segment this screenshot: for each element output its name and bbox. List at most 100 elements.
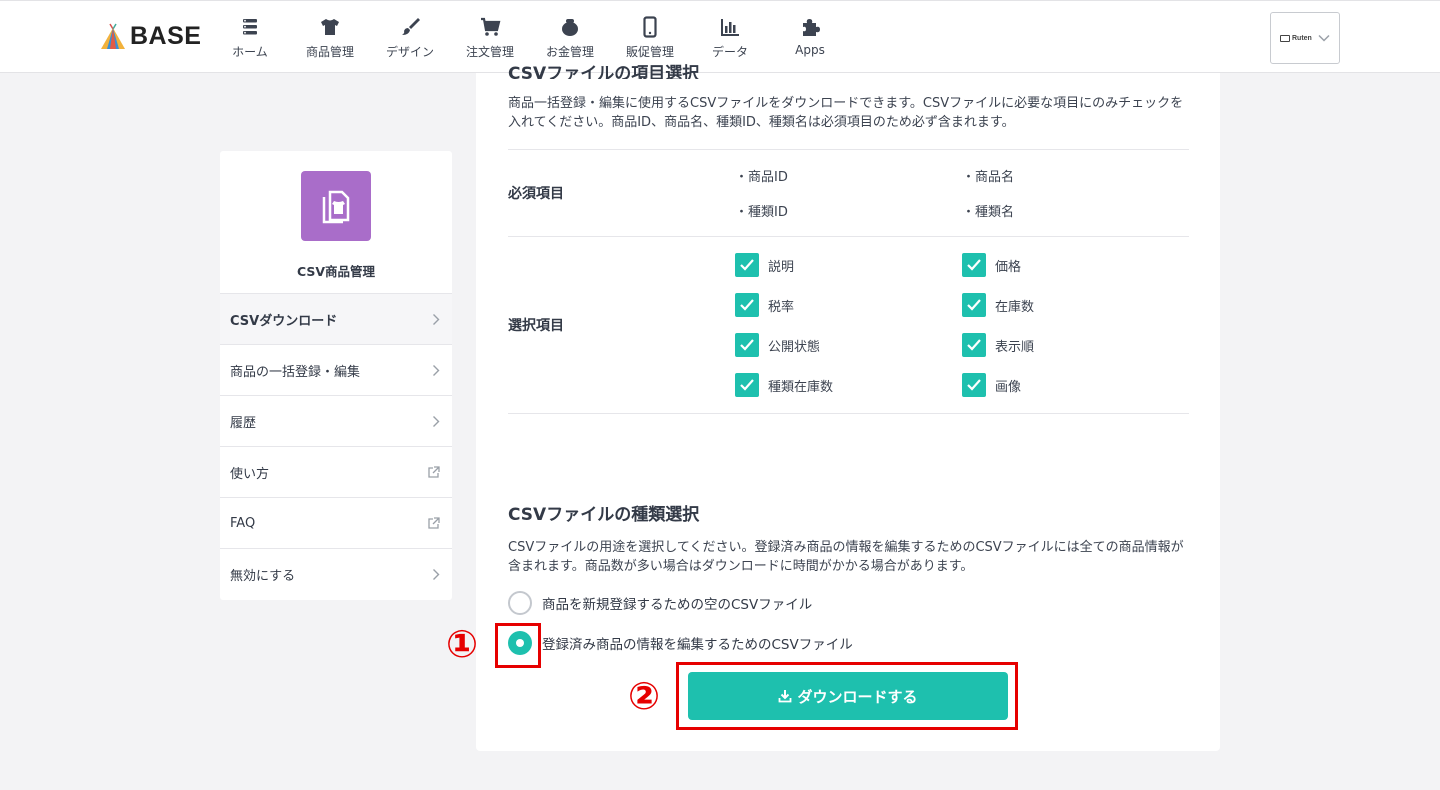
radio-existing-products-csv[interactable]: 登録済み商品の情報を編集するためのCSVファイル <box>508 631 853 655</box>
checkbox-checked-icon <box>735 373 759 397</box>
sidebar-item-label: 履歴 <box>230 415 257 431</box>
annotation-marker-2: ② <box>628 674 661 718</box>
external-link-icon <box>428 465 440 478</box>
nav-label: 商品管理 <box>305 45 354 59</box>
required-item: ・種類ID <box>735 205 788 220</box>
sidebar-title: CSV商品管理 <box>296 264 376 279</box>
checkbox-variant-stock[interactable]: 種類在庫数 <box>735 373 833 397</box>
shop-box-icon <box>1280 34 1290 42</box>
phone-icon <box>643 16 657 38</box>
checkbox-checked-icon <box>962 253 986 277</box>
top-header: BASE ホーム 商品管理 デザイン 注文管理 お金管理 販促管理 データ Ap… <box>0 0 1440 73</box>
sidebar-item-label: 商品の一括登録・編集 <box>230 364 361 380</box>
nav-design[interactable]: デザイン <box>370 1 450 74</box>
sidebar-item-label: CSVダウンロード <box>230 313 338 329</box>
required-item: ・商品ID <box>735 170 788 185</box>
optional-items-label: 選択項目 <box>508 318 564 334</box>
checkbox-label: 在庫数 <box>995 299 1035 315</box>
nav-label: 注文管理 <box>465 45 514 59</box>
shop-logo: Ruten <box>1280 34 1312 42</box>
tshirt-icon <box>321 19 339 35</box>
shop-switcher[interactable]: Ruten <box>1270 12 1340 64</box>
puzzle-icon <box>803 19 820 36</box>
divider <box>508 149 1189 150</box>
nav-label: お金管理 <box>545 45 594 59</box>
nav-label: データ <box>711 45 748 59</box>
checkbox-checked-icon <box>735 333 759 357</box>
checkbox-image[interactable]: 画像 <box>962 373 1021 397</box>
nav-label: ホーム <box>232 45 268 59</box>
sidebar-header: CSV商品管理 <box>220 151 452 294</box>
tent-logo-icon <box>101 23 125 49</box>
checkbox-label: 公開状態 <box>768 339 821 355</box>
radio-label: 登録済み商品の情報を編集するためのCSVファイル <box>542 637 853 653</box>
csv-file-icon <box>322 190 350 224</box>
checkbox-label: 価格 <box>995 259 1022 275</box>
chevron-right-icon <box>433 415 440 427</box>
checkbox-label: 説明 <box>768 259 795 275</box>
checkbox-checked-icon <box>735 253 759 277</box>
checkbox-price[interactable]: 価格 <box>962 253 1021 277</box>
checkbox-tax-rate[interactable]: 税率 <box>735 293 794 317</box>
nav-label: デザイン <box>385 45 434 59</box>
nav-label: 販促管理 <box>625 45 674 59</box>
brush-icon <box>402 18 420 35</box>
radio-unchecked-icon <box>508 591 532 615</box>
chevron-right-icon <box>433 569 440 580</box>
sidebar-item-faq[interactable]: FAQ <box>220 498 452 549</box>
checkbox-checked-icon <box>735 293 759 317</box>
csv-main-card: CSVファイルの項目選択 商品一括登録・編集に使用するCSVファイルをダウンロー… <box>476 64 1220 751</box>
checkbox-stock[interactable]: 在庫数 <box>962 293 1034 317</box>
sidebar-item-label: 使い方 <box>230 466 270 482</box>
annotation-box-download <box>676 662 1018 730</box>
section-description-items: 商品一括登録・編集に使用するCSVファイルをダウンロードできます。CSVファイル… <box>508 96 1184 130</box>
checkbox-label: 税率 <box>768 299 795 315</box>
section-description-file-type: CSVファイルの用途を選択してください。登録済み商品の情報を編集するためのCSV… <box>508 540 1184 574</box>
wallet-icon <box>562 19 578 36</box>
checkbox-checked-icon <box>962 333 986 357</box>
sidebar-item-how-to[interactable]: 使い方 <box>220 447 452 498</box>
annotation-marker-1: ① <box>446 622 479 666</box>
annotation-box-radio <box>495 623 541 668</box>
chevron-down-icon <box>1318 34 1330 42</box>
bar-chart-icon <box>721 19 739 36</box>
required-items-label: 必須項目 <box>508 186 564 202</box>
checkbox-label: 種類在庫数 <box>768 379 834 395</box>
checkbox-description[interactable]: 説明 <box>735 253 794 277</box>
checkbox-label: 画像 <box>995 379 1022 395</box>
checkbox-label: 表示順 <box>995 339 1035 355</box>
section-title-file-type: CSVファイルの種類選択 <box>508 505 700 525</box>
divider <box>508 413 1189 414</box>
cart-icon <box>481 17 501 36</box>
chevron-right-icon <box>433 364 440 376</box>
checkbox-display-order[interactable]: 表示順 <box>962 333 1034 357</box>
nav-data[interactable]: データ <box>690 1 770 74</box>
nav-home[interactable]: ホーム <box>210 1 290 74</box>
required-item: ・商品名 <box>962 170 1015 185</box>
csv-sidebar: CSV商品管理 CSVダウンロード 商品の一括登録・編集 履歴 使い方 FAQ … <box>220 151 452 600</box>
nav-label: Apps <box>795 43 825 57</box>
external-link-icon <box>428 516 440 529</box>
radio-label: 商品を新規登録するための空のCSVファイル <box>542 597 813 613</box>
nav-products[interactable]: 商品管理 <box>290 1 370 74</box>
home-icon <box>243 19 257 35</box>
sidebar-item-history[interactable]: 履歴 <box>220 396 452 447</box>
base-logo[interactable]: BASE <box>100 21 201 51</box>
checkbox-visibility[interactable]: 公開状態 <box>735 333 820 357</box>
chevron-right-icon <box>433 313 440 325</box>
nav-apps[interactable]: Apps <box>770 1 850 74</box>
checkbox-checked-icon <box>962 373 986 397</box>
sidebar-item-disable[interactable]: 無効にする <box>220 549 452 600</box>
radio-empty-csv[interactable]: 商品を新規登録するための空のCSVファイル <box>508 591 812 615</box>
sidebar-item-label: 無効にする <box>230 569 296 584</box>
shop-label: Ruten <box>1292 34 1312 42</box>
sidebar-item-bulk-edit[interactable]: 商品の一括登録・編集 <box>220 345 452 396</box>
section-title-items: CSVファイルの項目選択 <box>508 64 700 79</box>
required-item: ・種類名 <box>962 205 1015 220</box>
sidebar-item-csv-download[interactable]: CSVダウンロード <box>220 294 452 345</box>
csv-app-icon <box>301 171 371 241</box>
sidebar-item-label: FAQ <box>230 515 256 531</box>
divider <box>508 236 1189 237</box>
checkbox-checked-icon <box>962 293 986 317</box>
logo-text: BASE <box>130 21 202 50</box>
